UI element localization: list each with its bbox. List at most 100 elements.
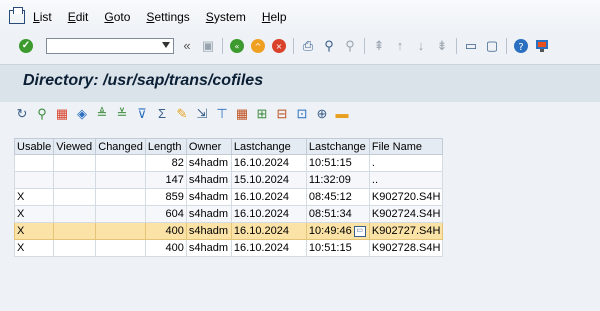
command-input[interactable]: [47, 40, 153, 54]
column-header-lastchange-date[interactable]: Lastchange: [230, 138, 307, 155]
filter-icon[interactable]: ⊽: [134, 106, 150, 122]
table-row[interactable]: X 400 s4hadm 16.10.2024 10:51:15 K902728…: [13, 239, 444, 257]
back-icon[interactable]: «: [229, 38, 245, 54]
choose-layout-icon[interactable]: ⊞: [254, 106, 270, 122]
title-bar: Directory: /usr/sap/trans/cofiles: [0, 64, 600, 102]
cell-time: 08:45:12: [305, 188, 370, 206]
find-icon[interactable]: ⚲: [321, 38, 337, 54]
column-header-length[interactable]: Length: [144, 138, 187, 155]
cell-time-with-help[interactable]: 10:49:46 ▭: [305, 222, 370, 240]
cell-changed: [95, 171, 146, 189]
cell-viewed: [53, 154, 97, 172]
sort-ascending-icon[interactable]: ≜: [94, 106, 110, 122]
cell-viewed: [53, 205, 97, 223]
folder-icon[interactable]: ▬: [334, 106, 350, 122]
exit-icon[interactable]: ^: [250, 38, 266, 54]
cell-usable: X: [13, 222, 55, 240]
cell-usable: [13, 154, 55, 172]
cell-time: 08:51:34: [305, 205, 370, 223]
export-icon[interactable]: ⇲: [194, 106, 210, 122]
cell-file-name: K902720.S4H: [368, 188, 444, 206]
cell-date: 15.10.2024: [230, 171, 307, 189]
collapse-arrows-icon[interactable]: «: [179, 38, 195, 54]
chevron-down-icon[interactable]: [162, 42, 170, 48]
layout-icon[interactable]: ⊤: [214, 106, 230, 122]
value-help-icon[interactable]: ▭: [353, 225, 366, 237]
cell-date: 16.10.2024: [230, 239, 307, 257]
separator: [222, 38, 223, 54]
cell-file-name: K902727.S4H: [368, 222, 444, 240]
cell-file-name: .: [368, 154, 444, 172]
find-next-icon[interactable]: ⚲: [342, 38, 358, 54]
customize-layout-icon[interactable]: [534, 38, 550, 54]
column-header-file-name[interactable]: File Name: [368, 138, 444, 155]
cell-length: 859: [144, 188, 187, 206]
column-header-owner[interactable]: Owner: [185, 138, 232, 155]
cell-file-name: K902728.S4H: [368, 239, 444, 257]
menu-list[interactable]: List: [33, 10, 52, 24]
info-icon[interactable]: ⊕: [314, 106, 330, 122]
spreadsheet-icon[interactable]: ▦: [234, 106, 250, 122]
column-header-changed[interactable]: Changed: [95, 138, 146, 155]
last-page-icon[interactable]: ⇟: [434, 38, 450, 54]
shortcut-icon[interactable]: ▢: [484, 38, 500, 54]
separator: [506, 38, 507, 54]
table-row[interactable]: X 859 s4hadm 16.10.2024 08:45:12 K902720…: [13, 188, 444, 206]
menu-help[interactable]: Help: [262, 10, 287, 24]
cell-owner: s4hadm: [185, 205, 232, 223]
table-row[interactable]: 82 s4hadm 16.10.2024 10:51:15 .: [13, 154, 444, 172]
cell-time: 10:49:46: [308, 225, 352, 237]
first-page-icon[interactable]: ⇞: [371, 38, 387, 54]
separator: [293, 38, 294, 54]
sort-descending-icon[interactable]: ≚: [114, 106, 130, 122]
table-row[interactable]: X 604 s4hadm 16.10.2024 08:51:34 K902724…: [13, 205, 444, 223]
cell-length: 400: [144, 222, 187, 240]
cell-owner: s4hadm: [185, 188, 232, 206]
cell-file-name: K902724.S4H: [368, 205, 444, 223]
cell-time: 10:51:15: [305, 154, 370, 172]
cell-owner: s4hadm: [185, 239, 232, 257]
cell-changed: [95, 205, 146, 223]
separator: [364, 38, 365, 54]
application-toolbar: ↻ ⚲ ▦ ◈ ≜ ≚ ⊽ Σ ✎ ⇲ ⊤ ▦ ⊞ ⊟ ⊡ ⊕ ▬: [0, 101, 600, 127]
menu-goto[interactable]: Goto: [104, 10, 130, 24]
column-header-lastchange-time[interactable]: Lastchange: [305, 138, 370, 155]
details-icon[interactable]: ⚲: [34, 106, 50, 122]
cell-date: 16.10.2024: [230, 222, 307, 240]
help-icon[interactable]: ?: [513, 38, 529, 54]
svg-text:^: ^: [255, 42, 262, 51]
cell-length: 82: [144, 154, 187, 172]
menu-settings[interactable]: Settings: [146, 10, 189, 24]
cell-usable: X: [13, 239, 55, 257]
save-icon[interactable]: ▣: [200, 38, 216, 54]
total-icon[interactable]: Σ: [154, 106, 170, 122]
cell-viewed: [53, 239, 97, 257]
command-field[interactable]: [46, 38, 174, 54]
svg-text:«: «: [235, 42, 240, 51]
print-preview-icon[interactable]: ✎: [174, 106, 190, 122]
menu-bar: List Edit Goto Settings System Help: [0, 0, 600, 34]
new-session-icon[interactable]: ▭: [463, 38, 479, 54]
cancel-icon[interactable]: ×: [271, 38, 287, 54]
cell-viewed: [53, 171, 97, 189]
print-icon[interactable]: ⎙: [300, 38, 316, 54]
column-header-viewed[interactable]: Viewed: [53, 138, 97, 155]
column-header-usable[interactable]: Usable: [13, 138, 55, 155]
table-row-selected[interactable]: X 400 s4hadm 16.10.2024 10:49:46 ▭ K90272…: [13, 222, 444, 240]
menu-system[interactable]: System: [206, 10, 246, 24]
sap-menu-icon[interactable]: [9, 7, 25, 24]
refresh-icon[interactable]: ↻: [14, 106, 30, 122]
cell-date: 16.10.2024: [230, 188, 307, 206]
save-layout-icon[interactable]: ⊡: [294, 106, 310, 122]
mark-icon[interactable]: ◈: [74, 106, 90, 122]
previous-page-icon[interactable]: ↑: [392, 38, 408, 54]
next-page-icon[interactable]: ↓: [413, 38, 429, 54]
choose-icon[interactable]: ▦: [54, 106, 70, 122]
menu-edit[interactable]: Edit: [68, 10, 89, 24]
enter-check-icon[interactable]: ✓: [19, 39, 33, 53]
change-layout-icon[interactable]: ⊟: [274, 106, 290, 122]
table-row[interactable]: 147 s4hadm 15.10.2024 11:32:09 ..: [13, 171, 444, 189]
cell-usable: X: [13, 205, 55, 223]
standard-toolbar: ✓ « ▣ « ^ × ⎙ ⚲ ⚲ ⇞ ↑ ↓ ⇟ ▭ ▢ ?: [0, 34, 600, 58]
table-header-row: Usable Viewed Changed Length Owner Lastc…: [13, 138, 444, 155]
